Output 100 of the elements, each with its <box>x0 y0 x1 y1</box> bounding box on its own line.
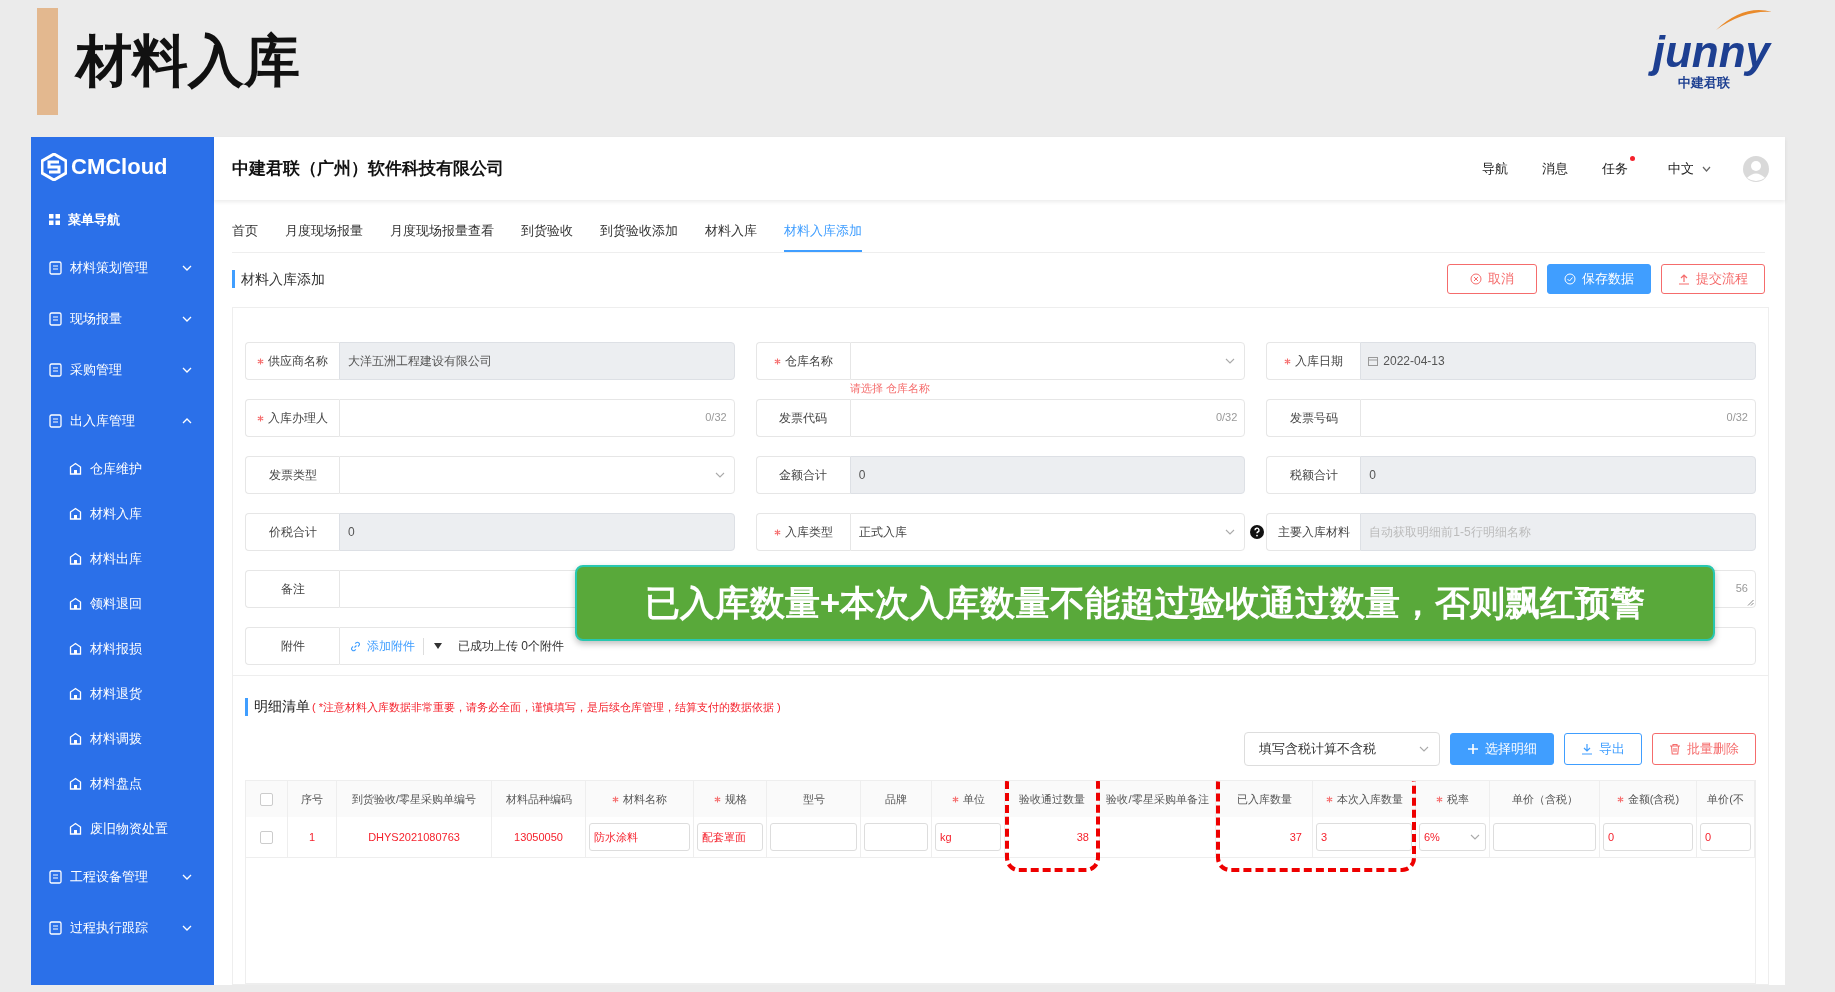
column-header: 到货验收/零星采购单编号 <box>351 791 477 807</box>
brand-name: CMCloud <box>71 154 168 180</box>
sidebar-item[interactable]: 工程设备管理 <box>31 851 214 902</box>
upload-status: 已成功上传 0个附件 <box>458 637 564 655</box>
cell-input[interactable]: 配套罩面 <box>697 823 763 851</box>
link-icon <box>350 640 361 652</box>
nav-link[interactable]: 消息 <box>1542 159 1568 178</box>
warning-note: ( *注意材料入库数据非常重要，请务必全面，谨慎填写，是后续仓库管理，结算支付的数据依据 ) <box>312 700 781 715</box>
chevron-icon <box>182 873 192 880</box>
sidebar-item[interactable]: 材料策划管理 <box>31 242 214 293</box>
nav-link[interactable]: 任务 <box>1602 159 1634 178</box>
hexagon-logo-icon <box>41 153 67 181</box>
calendar-icon <box>1368 356 1379 366</box>
cell-input[interactable]: 0 <box>1700 823 1751 851</box>
house-icon <box>69 822 82 835</box>
table-cell: 37 <box>1289 831 1302 843</box>
action-button[interactable]: 保存数据 <box>1547 264 1651 294</box>
cell-input[interactable]: 3 <box>1316 823 1412 851</box>
tab[interactable]: 月度现场报量 <box>285 210 363 252</box>
text-field[interactable] <box>339 399 735 437</box>
tab[interactable]: 月度现场报量查看 <box>390 210 494 252</box>
text-field[interactable] <box>1360 399 1756 437</box>
house-icon <box>69 462 82 475</box>
tab[interactable]: 材料入库 <box>705 210 757 252</box>
action-button[interactable]: 提交流程 <box>1661 264 1765 294</box>
document-icon <box>49 920 62 935</box>
dropdown-field[interactable]: 正式入库 <box>849 513 1246 551</box>
company-name: 中建君联（广州）软件科技有限公司 <box>232 158 504 180</box>
tax-mode-dropdown[interactable]: 填写含税计算不含税 <box>1244 732 1440 766</box>
sidebar-subitem[interactable]: 材料盘点 <box>31 761 214 806</box>
avatar-icon[interactable] <box>1743 155 1769 182</box>
toolbar-button[interactable]: 导出 <box>1564 733 1642 765</box>
add-attachment-link[interactable]: 添加附件 <box>350 637 424 655</box>
sidebar-item[interactable]: 过程执行跟踪 <box>31 902 214 953</box>
column-header: 品牌 <box>885 791 907 807</box>
required-icon <box>773 357 781 365</box>
column-header: 验收/零星采购单备注 <box>1106 791 1209 807</box>
required-icon <box>1284 357 1292 365</box>
chevron-icon <box>182 315 192 322</box>
required-icon <box>713 795 721 803</box>
sidebar-subitem[interactable]: 废旧物资处置 <box>31 806 214 851</box>
help-icon[interactable] <box>1250 525 1265 539</box>
cell-input[interactable] <box>1493 823 1596 851</box>
sidebar-subitem[interactable]: 材料入库 <box>31 491 214 536</box>
sidebar-subitem[interactable]: 仓库维护 <box>31 446 214 491</box>
language-selector[interactable]: 中文 <box>1668 159 1711 178</box>
sidebar-item[interactable]: 出入库管理 <box>31 395 214 446</box>
document-icon <box>49 362 62 377</box>
chevron-icon <box>1470 834 1480 840</box>
tab[interactable]: 到货验收添加 <box>600 210 678 252</box>
column-header: 本次入库数量 <box>1325 791 1403 807</box>
sidebar-item[interactable]: 采购管理 <box>31 344 214 395</box>
resize-icon <box>1747 599 1754 606</box>
tab[interactable]: 首页 <box>232 210 258 252</box>
required-icon <box>1616 795 1624 803</box>
toolbar-button[interactable]: 批量删除 <box>1652 733 1756 765</box>
sidebar-item[interactable]: 现场报量 <box>31 293 214 344</box>
house-icon <box>69 732 82 745</box>
checkbox[interactable] <box>260 792 273 806</box>
check-circle-icon <box>1564 273 1576 285</box>
column-header: 材料品种编码 <box>505 791 572 807</box>
tab[interactable]: 到货验收 <box>521 210 573 252</box>
sidebar-subitem[interactable]: 领料退回 <box>31 581 214 626</box>
text-field[interactable] <box>849 399 1246 437</box>
required-icon <box>612 795 619 803</box>
sidebar-subitem[interactable]: 材料调拨 <box>31 716 214 761</box>
house-icon <box>69 687 82 700</box>
error-message: 请选择 仓库名称 <box>849 381 930 396</box>
sidebar-subitem[interactable]: 材料出库 <box>31 536 214 581</box>
nav-link[interactable]: 导航 <box>1482 159 1508 178</box>
action-button[interactable]: 取消 <box>1447 264 1537 294</box>
required-icon <box>1325 795 1333 803</box>
page-title: 材料入库添加 <box>232 270 325 288</box>
tab[interactable]: 材料入库添加 <box>784 210 862 252</box>
checkbox[interactable] <box>260 830 273 844</box>
cell-input[interactable] <box>770 823 857 851</box>
toolbar-button[interactable]: 选择明细 <box>1450 733 1554 765</box>
cell-input[interactable]: 0 <box>1603 823 1693 851</box>
house-icon <box>69 507 82 520</box>
sidebar-item[interactable]: 菜单导航 <box>31 197 214 242</box>
field-label: 发票代码 <box>755 399 850 437</box>
download-icon <box>1581 743 1593 755</box>
document-icon <box>49 311 62 326</box>
cell-input[interactable]: 防水涂料 <box>589 823 690 851</box>
sidebar-subitem[interactable]: 材料退货 <box>31 671 214 716</box>
cell-input[interactable]: kg <box>935 823 1001 851</box>
chevron-icon <box>182 924 192 931</box>
chevron-icon <box>182 366 192 373</box>
cell-input[interactable] <box>864 823 928 851</box>
slide-title: 材料入库 <box>76 28 300 94</box>
sidebar-subitem[interactable]: 材料报损 <box>31 626 214 671</box>
section-title: 明细清单 <box>254 698 310 716</box>
caret-icon[interactable] <box>434 643 442 649</box>
column-header: 材料名称 <box>612 791 667 807</box>
logo-caption: 中建君联 <box>1678 75 1730 92</box>
dropdown-field[interactable] <box>849 342 1246 380</box>
chevron-icon <box>182 264 192 271</box>
required-icon <box>257 414 264 422</box>
cell-dropdown[interactable]: 6% <box>1419 823 1486 851</box>
dropdown-field[interactable] <box>339 456 735 494</box>
